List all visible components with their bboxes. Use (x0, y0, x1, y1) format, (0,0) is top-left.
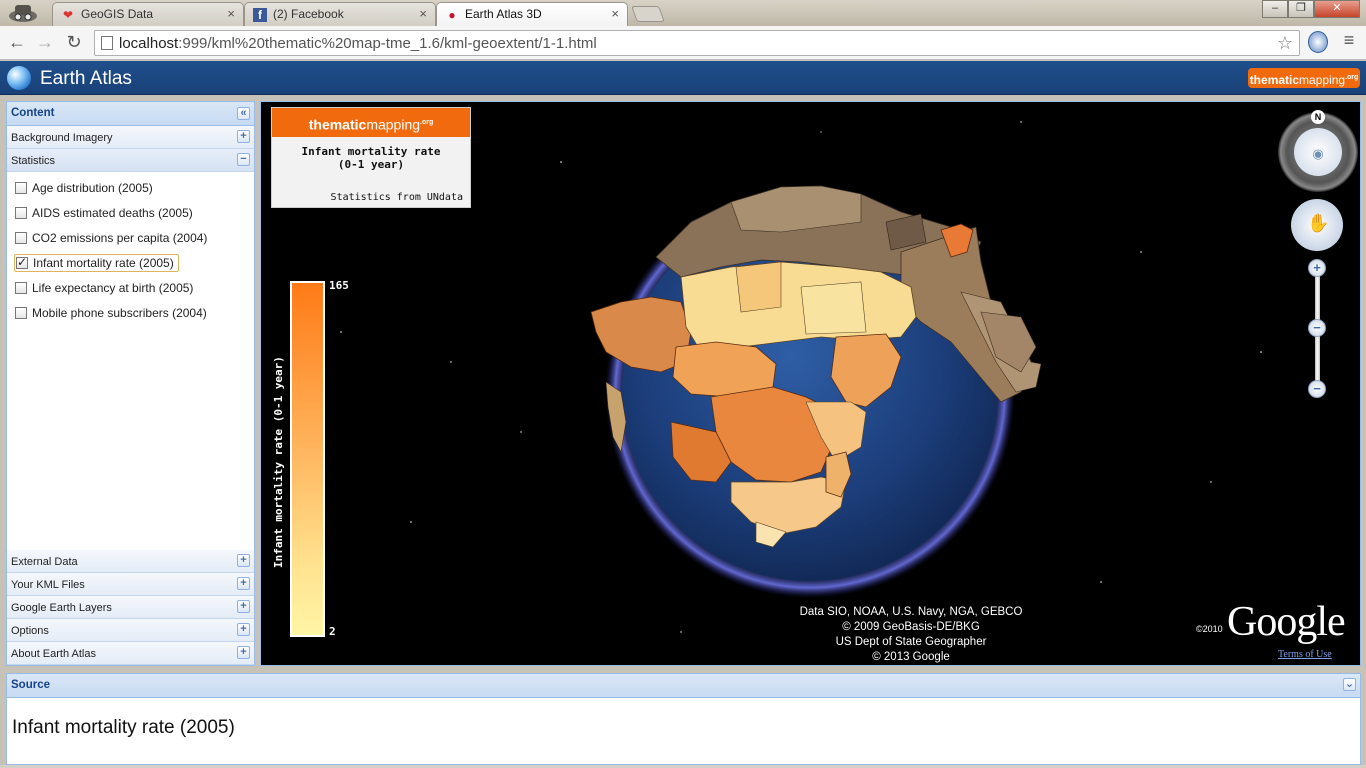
new-tab-button[interactable] (631, 6, 665, 22)
bookmark-star-icon[interactable]: ☆ (1277, 33, 1293, 54)
expand-icon[interactable]: + (237, 646, 250, 659)
checkbox-icon[interactable] (15, 232, 27, 244)
checkbox-icon[interactable] (15, 207, 27, 219)
close-window-button[interactable]: ✕ (1314, 0, 1360, 18)
section-about-earth-atlas[interactable]: About Earth Atlas + (7, 642, 254, 665)
url-text: localhost:999/kml%20thematic%20map-tme_1… (119, 35, 597, 52)
tab-earth-atlas[interactable]: ● Earth Atlas 3D × (436, 2, 628, 26)
zoom-in-button[interactable]: + (1308, 259, 1326, 277)
north-indicator[interactable]: N (1311, 110, 1325, 124)
checkbox-infant-mortality[interactable]: Infant mortality rate (2005) (14, 254, 179, 272)
info-brand[interactable]: thematicmapping.org (272, 108, 470, 137)
back-icon[interactable]: ← (6, 31, 28, 53)
section-background-imagery[interactable]: Background Imagery + (7, 126, 254, 149)
incognito-icon (9, 5, 37, 22)
statistics-list: Age distribution (2005) AIDS estimated d… (7, 173, 254, 550)
checkbox-mobile-subscribers[interactable]: Mobile phone subscribers (2004) (14, 305, 211, 323)
checkbox-checked-icon[interactable] (16, 255, 28, 269)
extension-icon[interactable] (1308, 31, 1328, 53)
section-your-kml-files[interactable]: Your KML Files + (7, 573, 254, 596)
checkbox-aids-deaths[interactable]: AIDS estimated deaths (2005) (14, 205, 197, 223)
region (800, 281, 867, 335)
legend-color-ramp (290, 281, 325, 637)
browser-toolbar: ← → ↻ localhost:999/kml%20thematic%20map… (0, 26, 1366, 60)
section-statistics[interactable]: Statistics − (7, 149, 254, 172)
thematic-info-box: thematicmapping.org Infant mortality rat… (271, 107, 471, 208)
region (735, 261, 782, 313)
expand-icon[interactable]: + (237, 623, 250, 636)
facebook-icon: f (253, 8, 267, 22)
tab-facebook[interactable]: f (2) Facebook × (244, 2, 436, 26)
app-title: Earth Atlas (40, 68, 132, 89)
collapse-icon[interactable]: − (237, 153, 250, 166)
legend-title: Infant mortality rate (0-1 year) (272, 356, 285, 568)
close-tab-icon[interactable]: × (419, 6, 427, 21)
expand-icon[interactable]: + (237, 577, 250, 590)
expand-icon[interactable]: + (237, 554, 250, 567)
close-tab-icon[interactable]: × (227, 6, 235, 21)
forward-icon[interactable]: → (34, 31, 56, 53)
tab-geogis-data[interactable]: ❤ GeoGIS Data × (52, 2, 244, 26)
checkbox-age-distribution[interactable]: Age distribution (2005) (14, 180, 157, 198)
tab-title: (2) Facebook (273, 7, 344, 21)
minimize-button[interactable]: – (1262, 0, 1288, 18)
zoom-slider-handle[interactable]: − (1308, 319, 1326, 337)
info-title-line1: Infant mortality rate (301, 145, 441, 158)
source-panel: Source ⌄ Infant mortality rate (2005) (6, 673, 1361, 765)
zoom-out-button[interactable]: − (1308, 380, 1326, 398)
address-bar[interactable]: localhost:999/kml%20thematic%20map-tme_1… (94, 30, 1300, 56)
heart-icon: ❤ (62, 8, 74, 22)
reload-icon[interactable]: ↻ (63, 31, 85, 53)
google-copyright-year: ©2010 (1196, 624, 1223, 634)
collapse-down-icon[interactable]: ⌄ (1343, 678, 1356, 691)
menu-icon[interactable]: ≡ (1338, 30, 1360, 54)
thematicmapping-logo[interactable]: thematicmapping.org (1248, 68, 1360, 88)
legend-max-label: 165 (329, 279, 349, 292)
earth-map-viewport[interactable]: thematicmapping.org Infant mortality rat… (260, 101, 1361, 666)
info-title-line2: (0-1 year) (337, 158, 405, 171)
checkbox-icon[interactable] (15, 307, 27, 319)
app-header: Earth Atlas (0, 61, 1366, 95)
tab-title: GeoGIS Data (81, 7, 154, 21)
section-google-earth-layers[interactable]: Google Earth Layers + (7, 596, 254, 619)
terms-of-use-link[interactable]: Terms of Use (1278, 649, 1332, 660)
legend-min-label: 2 (329, 625, 336, 638)
checkbox-co2-emissions[interactable]: CO2 emissions per capita (2004) (14, 230, 211, 248)
map-attribution: Data SIO, NOAA, U.S. Navy, NGA, GEBCO © … (799, 606, 1023, 663)
cherry-icon: ● (448, 8, 456, 22)
content-panel: Content « Background Imagery + Statistic… (6, 101, 255, 666)
hand-icon: ✋ (1307, 213, 1330, 233)
tab-title: Earth Atlas 3D (465, 7, 542, 21)
section-options[interactable]: Options + (7, 619, 254, 642)
google-logo: Google (1227, 599, 1346, 645)
info-source: Statistics from UNdata (330, 192, 463, 203)
page-icon (101, 36, 113, 50)
source-heading: Infant mortality rate (2005) (12, 717, 235, 738)
globe-logo-icon (7, 66, 31, 90)
pan-control[interactable]: ✋ (1291, 199, 1343, 251)
maximize-button[interactable]: ❐ (1288, 0, 1314, 18)
eye-icon: ◉ (1312, 146, 1324, 161)
checkbox-icon[interactable] (15, 182, 27, 194)
expand-icon[interactable]: + (237, 130, 250, 143)
expand-icon[interactable]: + (237, 600, 250, 613)
checkbox-icon[interactable] (15, 282, 27, 294)
compass-look-control[interactable]: N ◉ (1278, 110, 1358, 192)
section-external-data[interactable]: External Data + (7, 550, 254, 573)
source-panel-header: Source ⌄ (7, 674, 1360, 698)
close-tab-icon[interactable]: × (611, 6, 619, 21)
content-panel-header: Content « (7, 102, 254, 126)
look-joystick[interactable]: ◉ (1294, 128, 1342, 176)
browser-tab-strip: ❤ GeoGIS Data × f (2) Facebook × ● Earth… (0, 0, 1366, 26)
collapse-panel-icon[interactable]: « (237, 107, 250, 120)
checkbox-life-expectancy[interactable]: Life expectancy at birth (2005) (14, 280, 197, 298)
